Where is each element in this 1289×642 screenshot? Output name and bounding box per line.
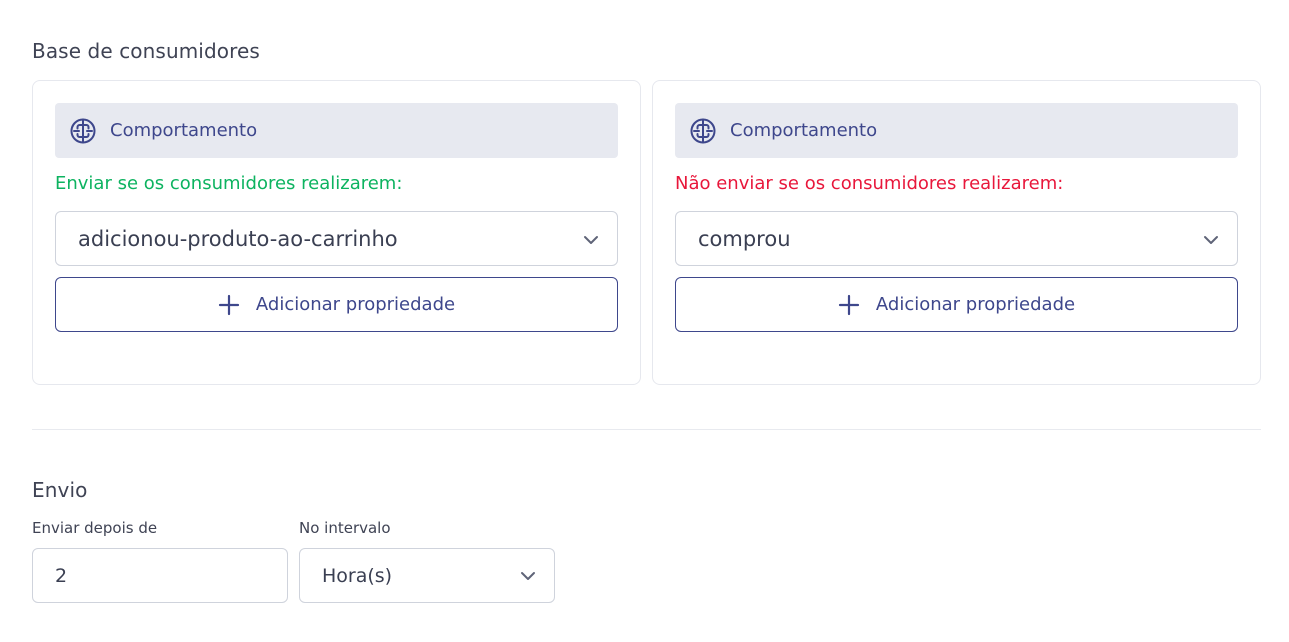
behavior-header: Comportamento (55, 103, 618, 158)
section-divider (32, 429, 1261, 430)
add-property-label: Adicionar propriedade (255, 294, 456, 315)
behavior-header-label: Comportamento (730, 120, 878, 141)
segmentation-page: Base de consumidores Comportamento Envia… (0, 0, 1289, 642)
send-after-value: 2 (55, 564, 68, 587)
section-title-base: Base de consumidores (32, 39, 260, 63)
plus-icon (218, 294, 240, 316)
exclude-event-select[interactable]: comprou (675, 211, 1238, 266)
exclude-event-value: comprou (698, 226, 791, 251)
brain-icon (689, 117, 717, 145)
add-property-label: Adicionar propriedade (875, 294, 1076, 315)
send-after-input[interactable]: 2 (32, 548, 288, 603)
send-after-label: Enviar depois de (32, 519, 158, 537)
include-condition-label: Enviar se os consumidores realizarem: (55, 173, 403, 194)
interval-value: Hora(s) (322, 564, 393, 587)
section-title-envio: Envio (32, 478, 88, 502)
interval-select[interactable]: Hora(s) (299, 548, 555, 603)
include-behavior-card: Comportamento Enviar se os consumidores … (32, 80, 641, 385)
chevron-down-icon (581, 230, 601, 250)
behavior-header-label: Comportamento (110, 120, 258, 141)
exclude-behavior-card: Comportamento Não enviar se os consumido… (652, 80, 1261, 385)
chevron-down-icon (1201, 230, 1221, 250)
behavior-header: Comportamento (675, 103, 1238, 158)
exclude-condition-label: Não enviar se os consumidores realizarem… (675, 173, 1064, 194)
add-property-button[interactable]: Adicionar propriedade (675, 277, 1238, 332)
add-property-button[interactable]: Adicionar propriedade (55, 277, 618, 332)
plus-icon (838, 294, 860, 316)
include-event-value: adicionou-produto-ao-carrinho (78, 226, 398, 251)
chevron-down-icon (518, 566, 538, 586)
interval-label: No intervalo (299, 519, 391, 537)
include-event-select[interactable]: adicionou-produto-ao-carrinho (55, 211, 618, 266)
brain-icon (69, 117, 97, 145)
